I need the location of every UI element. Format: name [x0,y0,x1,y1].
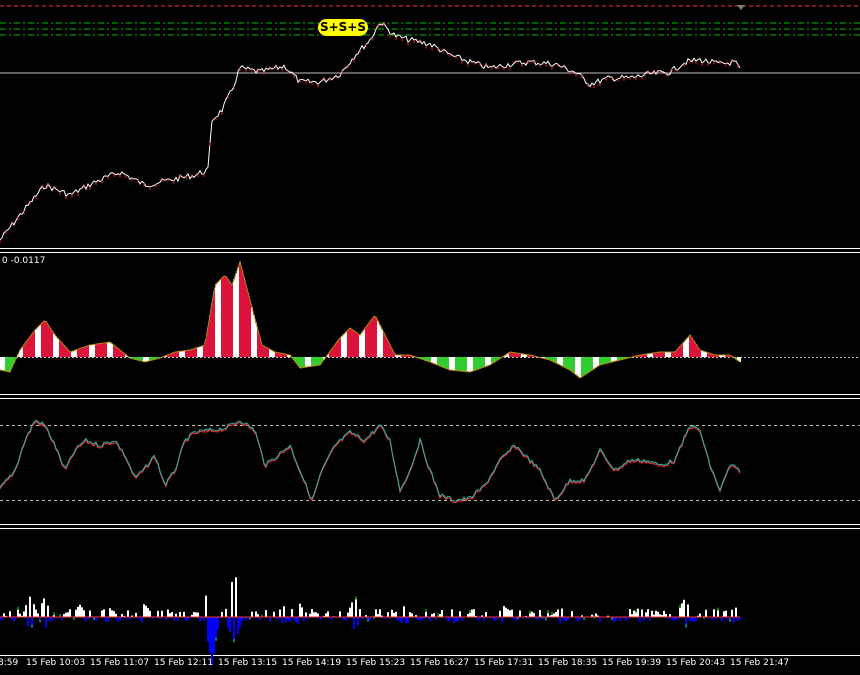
time-label: 15 Feb 17:31 [474,658,534,668]
price-series [0,22,741,243]
volume-series [0,577,741,666]
signal-badge[interactable]: S+S+S [318,19,368,36]
time-label: 15 Feb 11:07 [90,658,150,668]
time-label: 15 Feb 15:23 [346,658,406,668]
time-label: 8:59 [0,658,19,668]
indicator-value-label: 0 -0.0117 [2,256,46,266]
histogram-series [0,260,741,379]
time-label: 15 Feb 13:15 [218,658,278,668]
time-label: 15 Feb 10:03 [26,658,86,668]
oscillator-line [0,419,741,502]
time-label: 15 Feb 16:27 [410,658,470,668]
price-line [0,22,741,241]
shift-marker-icon[interactable] [737,5,745,10]
oscillator-signal-line [0,421,741,504]
histogram-outline [0,260,741,379]
time-label: 15 Feb 21:47 [730,658,790,668]
time-label: 15 Feb 19:39 [602,658,662,668]
oscillator-series [0,419,741,504]
time-label: 15 Feb 20:43 [666,658,726,668]
time-label: 15 Feb 12:11 [154,658,214,668]
chart-canvas[interactable] [0,0,860,675]
time-label: 15 Feb 14:19 [282,658,342,668]
time-label: 15 Feb 18:35 [538,658,598,668]
